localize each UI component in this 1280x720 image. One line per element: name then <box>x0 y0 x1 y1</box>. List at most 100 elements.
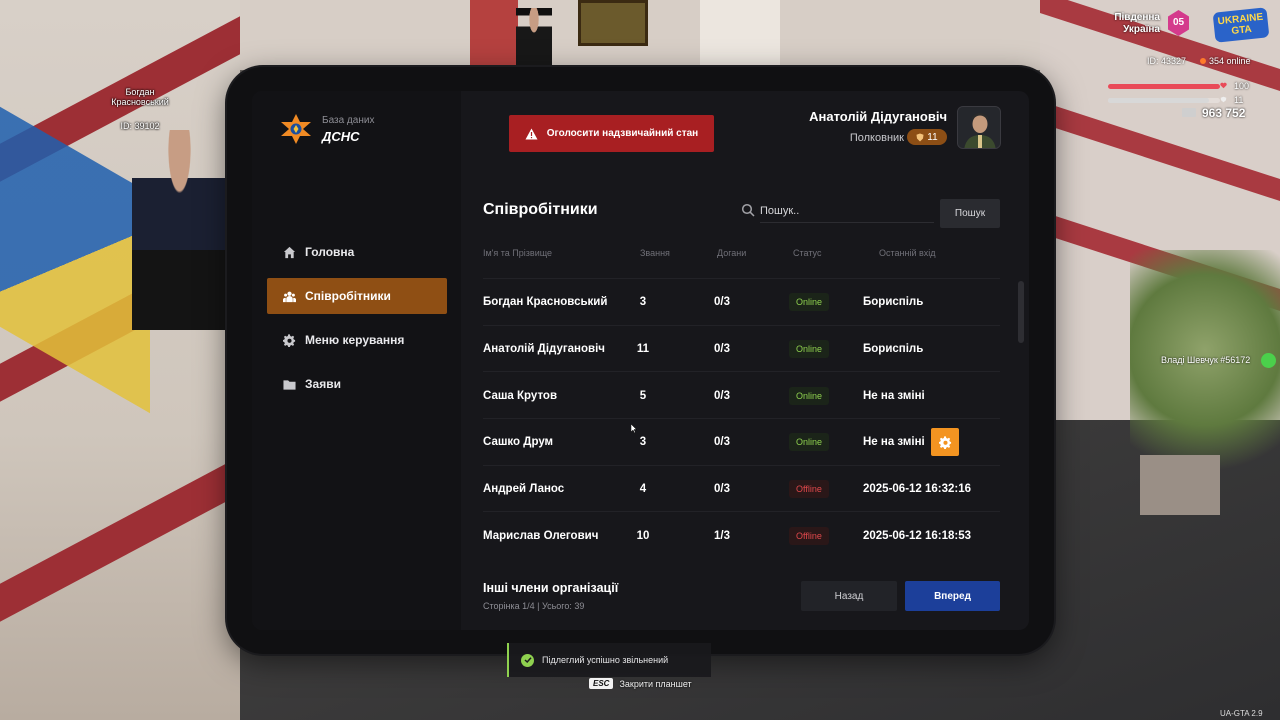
employee-name: Богдан Красновський <box>483 296 608 309</box>
success-toast: Підлеглий успішно звільнений <box>507 643 711 677</box>
employee-warnings: 0/3 <box>714 389 730 402</box>
next-button[interactable]: Вперед <box>905 581 1000 611</box>
status-badge: Online <box>789 340 830 359</box>
online-count: 354 online <box>1200 56 1251 66</box>
avatar <box>957 106 1001 149</box>
folder-icon <box>283 379 296 390</box>
rank-level: 11 <box>927 131 938 143</box>
declare-emergency-label: Оголосити надзвичайний стан <box>546 128 699 139</box>
sidebar-item-home[interactable]: Головна <box>267 234 447 270</box>
sidebar-item-label: Головна <box>305 245 355 259</box>
status-badge: Online <box>789 293 830 312</box>
sidebar-item-employees[interactable]: Співробітники <box>267 278 447 314</box>
status-badge: Offline <box>789 526 829 545</box>
sidebar-item-applications[interactable]: Заяви <box>267 366 447 402</box>
column-header-warnings: Догани <box>717 248 747 258</box>
rank-shield-icon <box>916 133 924 141</box>
employee-warnings: 0/3 <box>714 436 730 449</box>
employee-name: Саша Крутов <box>483 389 558 402</box>
footer-title: Інші члени організації <box>483 581 619 595</box>
employees-table: Богдан Красновський 3 0/3 Online Бориспі… <box>483 278 1000 560</box>
server-logo: UKRAINE GTA <box>1212 7 1270 43</box>
column-header-last-login: Останній вхід <box>879 248 936 258</box>
employee-name: Марислав Олегович <box>483 529 599 542</box>
avatar-portrait <box>958 107 1000 148</box>
employee-name: Андрей Ланос <box>483 483 565 496</box>
status-badge: Online <box>789 386 830 405</box>
search-button[interactable]: Пошук <box>940 199 1000 228</box>
sidebar-nav: Головна Співробітники Меню керування Зая… <box>267 234 447 410</box>
dsns-emblem-icon <box>281 114 311 144</box>
employee-warnings: 0/3 <box>714 483 730 496</box>
table-row[interactable]: Богдан Красновський 3 0/3 Online Бориспі… <box>483 278 1000 325</box>
sidebar-item-label: Співробітники <box>305 289 391 303</box>
sidebar: База даних ДСНС Головна Співробітники Ме… <box>252 91 461 630</box>
employee-rank: 10 <box>636 529 650 542</box>
player-id: ID: 43327 <box>1147 56 1187 66</box>
pillar <box>470 0 518 70</box>
table-row[interactable]: Анатолій Дідугановіч 11 0/3 Online Борис… <box>483 324 1000 372</box>
tablet-screen: База даних ДСНС Головна Співробітники Ме… <box>252 91 1029 630</box>
user-rank: Полковник <box>849 132 904 144</box>
sidebar-item-control-menu[interactable]: Меню керування <box>267 322 447 358</box>
mouse-cursor-icon <box>631 424 637 433</box>
shield-icon <box>1220 96 1227 103</box>
column-header-rank: Звання <box>640 248 670 258</box>
npc-character <box>516 8 552 70</box>
row-settings-button[interactable] <box>931 428 959 457</box>
employee-last-login: Не на зміні <box>863 389 925 402</box>
health-value: 100 <box>1234 81 1250 91</box>
health-bar <box>1108 84 1220 89</box>
armor-bar <box>1108 98 1220 103</box>
employee-warnings: 0/3 <box>714 343 730 356</box>
back-button[interactable]: Назад <box>801 581 897 611</box>
employee-rank: 5 <box>639 389 647 402</box>
employee-last-login: Бориспіль <box>863 296 924 309</box>
table-row[interactable]: Сашко Друм 3 0/3 Online Не на зміні <box>483 418 1000 465</box>
employee-warnings: 1/3 <box>714 529 730 542</box>
gear-icon <box>938 435 951 449</box>
page-title: Співробітники <box>483 201 598 218</box>
rank-badge: 11 <box>907 129 947 145</box>
online-dot-icon <box>1200 58 1206 64</box>
money-display: 963 752 <box>1182 106 1245 120</box>
search-input[interactable] <box>760 199 934 223</box>
nameplate-id: ID: 39102 <box>120 121 160 131</box>
armor-value: 11 <box>1234 95 1244 105</box>
employee-last-login: 2025-06-12 16:18:53 <box>863 529 972 542</box>
table-row[interactable]: Андрей Ланос 4 0/3 Offline 2025-06-12 16… <box>483 464 1000 512</box>
table-scrollbar[interactable] <box>1018 281 1024 343</box>
employee-rank: 3 <box>639 296 647 309</box>
voice-icon <box>1261 353 1276 368</box>
other-player-tag: Владі Шевчук #56172 <box>1161 353 1276 368</box>
search-icon <box>741 203 755 217</box>
warning-icon <box>525 128 538 139</box>
users-icon <box>283 291 296 302</box>
player-nameplate: Богдан Красновський ID: 39102 <box>100 87 180 131</box>
employee-rank: 11 <box>636 343 650 356</box>
cash-icon <box>1182 108 1196 117</box>
table-row[interactable]: Саша Крутов 5 0/3 Online Не на зміні <box>483 371 1000 418</box>
declare-emergency-button[interactable]: Оголосити надзвичайний стан <box>509 115 714 152</box>
employee-name: Сашко Друм <box>483 436 554 449</box>
server-name: Південна Україна <box>1114 12 1160 35</box>
employee-rank: 4 <box>639 483 647 496</box>
employee-rank: 3 <box>639 436 647 449</box>
plant-pot <box>1140 455 1220 515</box>
sidebar-item-label: Заяви <box>305 377 341 391</box>
sidebar-item-label: Меню керування <box>305 333 405 347</box>
employee-warnings: 0/3 <box>714 296 730 309</box>
gear-icon <box>283 333 296 347</box>
tablet: База даних ДСНС Головна Співробітники Ме… <box>227 67 1054 654</box>
esc-hint-text: Закрити планшет <box>619 678 692 689</box>
toast-text: Підлеглий успішно звільнений <box>542 655 669 665</box>
table-row[interactable]: Марислав Олегович 10 1/3 Offline 2025-06… <box>483 511 1000 558</box>
brand-title: ДСНС <box>322 129 360 144</box>
esc-key: ESC <box>589 678 614 689</box>
heart-icon <box>1220 82 1227 89</box>
employee-last-login: Бориспіль <box>863 343 924 356</box>
column-header-status: Статус <box>793 248 822 258</box>
nameplate-name: Богдан Красновський <box>111 87 169 107</box>
column-header-name: Ім'я та Прізвище <box>483 248 553 258</box>
home-icon <box>283 246 296 258</box>
